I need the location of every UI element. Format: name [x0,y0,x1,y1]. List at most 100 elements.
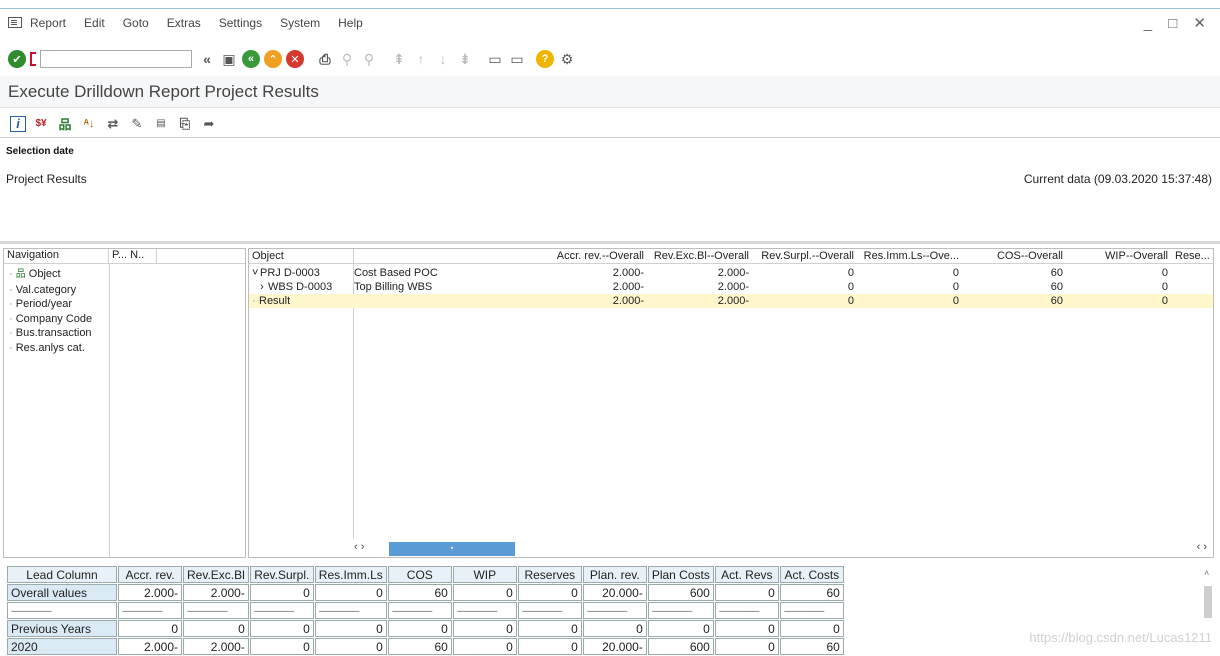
cell: 0 [249,584,314,601]
nav-item-bus-transaction[interactable]: Bus.transaction [9,326,92,341]
separator-cell: -------------------- [387,602,452,619]
header-rev-exc-bl[interactable]: Rev.Exc.Bl [183,566,249,583]
navigation-column-header[interactable]: Navigation [4,249,109,263]
column-rev-surpl[interactable]: Rev.Surpl.--Overall [754,250,854,262]
nav-item-period-year[interactable]: Period/year [9,297,92,312]
column-cos[interactable]: COS--Overall [961,250,1063,262]
column-object[interactable]: Object [252,250,284,262]
header-lead-column[interactable]: Lead Column [7,566,117,583]
report-header: Selection date Project Results Current d… [0,140,1220,244]
menu-report[interactable]: Report [30,16,66,30]
row-object: WBS D-0003 [268,281,333,293]
column-wip[interactable]: WIP--Overall [1066,250,1168,262]
table-row[interactable]: Previous Years 0 0 0 0 0 0 0 0 0 0 0 [7,620,844,637]
table-row[interactable]: › WBS D-0003 Top Billing WBS 2.000- 2.00… [249,280,1213,294]
nav-item-res-anlys-cat[interactable]: Res.anlys cat. [9,341,92,356]
back-double-icon[interactable]: « [198,50,216,68]
prev-page-icon[interactable]: ↑ [412,50,430,68]
table-row[interactable]: 2020 2.000- 2.000- 0 0 60 0 0 20.000- 60… [7,638,844,655]
help-icon[interactable]: ? [536,50,554,68]
last-page-icon[interactable]: ⇟ [456,50,474,68]
cell: 20.000- [582,584,647,601]
sort-icon[interactable]: ᴬ↓ [80,115,98,133]
nav-item-val-category[interactable]: Val.category [9,283,92,298]
header-wip[interactable]: WIP [452,566,517,583]
print-icon[interactable]: ⎙ [316,50,334,68]
header-plan-costs[interactable]: Plan Costs [647,566,714,583]
shortcut-icon[interactable]: ▭ [508,50,526,68]
cell: 0 [582,620,647,637]
edit-icon[interactable]: ✎ [128,115,146,133]
horizontal-scroll-thumb[interactable]: ▪ [389,542,515,556]
find-icon[interactable]: ⚲ [338,50,356,68]
navigation-list: 品 Object Val.category Period/year Compan… [9,267,92,355]
header-act-costs[interactable]: Act. Costs [779,566,844,583]
exit-icon[interactable]: ⌃ [264,50,282,68]
next-page-icon[interactable]: ↓ [434,50,452,68]
menu-system[interactable]: System [280,16,320,30]
column-accr-rev[interactable]: Accr. rev.--Overall [544,250,644,262]
column-res-imm-ls[interactable]: Res.Imm.Ls--Ove... [857,250,959,262]
new-session-icon[interactable]: ▭ [486,50,504,68]
menu-settings[interactable]: Settings [219,16,262,30]
back-icon[interactable]: « [242,50,260,68]
zoom-icon[interactable]: ▤ [152,115,170,133]
cell: 0 [314,620,387,637]
header-reserves[interactable]: Reserves [517,566,582,583]
row-bullet: · [252,295,256,307]
detail-table-header-row: Lead Column Accr. rev. Rev.Exc.Bl Rev.Su… [7,566,844,583]
selection-date-label: Selection date [6,146,74,157]
header-plan-rev[interactable]: Plan. rev. [582,566,647,583]
nav-item-company-code[interactable]: Company Code [9,312,92,327]
menu-edit[interactable]: Edit [84,16,105,30]
cell: 0 [714,584,779,601]
scroll-left-right-arrows-right[interactable]: ‹ › [1197,541,1207,553]
export-icon[interactable]: ⎘ [176,115,194,133]
header-rev-surpl[interactable]: Rev.Surpl. [249,566,314,583]
cell: 0 [452,620,517,637]
swap-icon[interactable]: ⇄ [104,115,122,133]
header-accr-rev[interactable]: Accr. rev. [118,566,182,583]
separator-cell: -------------------- [314,602,387,619]
menu-goto[interactable]: Goto [123,16,149,30]
save-icon[interactable]: ▣ [220,50,238,68]
separator-cell: -------------------- [183,602,249,619]
first-page-icon[interactable]: ⇞ [390,50,408,68]
cell-wip: 0 [1161,295,1168,307]
expand-icon[interactable]: › [260,281,264,293]
vertical-scroll-thumb[interactable] [1204,586,1212,618]
menu-help[interactable]: Help [338,16,363,30]
nav-item-object[interactable]: 品 Object [9,267,92,283]
scroll-left-right-arrows[interactable]: ‹ › [354,541,364,553]
scroll-up-icon[interactable]: ˄ [1204,568,1214,578]
check-icon[interactable]: ✔ [8,50,26,68]
find-next-icon[interactable]: ⚲ [360,50,378,68]
send-icon[interactable]: ➦ [200,115,218,133]
command-field[interactable] [40,50,192,68]
cell: 0 [517,638,582,655]
hierarchy-icon[interactable]: 品 [56,115,74,133]
row-object: PRJ D-0003 [260,267,320,279]
header-act-revs[interactable]: Act. Revs [714,566,779,583]
table-row[interactable]: Overall values 2.000- 2.000- 0 0 60 0 0 … [7,584,844,601]
header-res-imm-ls[interactable]: Res.Imm.Ls [314,566,387,583]
navigation-header: Navigation P... N.. [4,249,245,264]
settings-icon[interactable]: ⚙ [558,50,576,68]
currency-icon[interactable]: $¥ [32,115,50,133]
menu-extras[interactable]: Extras [167,16,201,30]
cell-rev-exc-bl: 2.000- [717,267,749,279]
cancel-icon[interactable]: ✕ [286,50,304,68]
app-menu-icon[interactable] [8,17,22,28]
column-rev-exc-bl[interactable]: Rev.Exc.Bl--Overall [647,250,749,262]
cell-rev-exc-bl: 2.000- [717,281,749,293]
cell-cos: 60 [1050,267,1063,279]
table-row[interactable]: ˅ PRJ D-0003 Cost Based POC 2.000- 2.000… [249,266,1213,280]
cell: 600 [647,638,714,655]
result-row[interactable]: · Result 2.000- 2.000- 0 0 60 0 [249,294,1213,308]
column-reserves[interactable]: Rese... [1175,250,1210,262]
header-cos[interactable]: COS [387,566,452,583]
expand-icon[interactable]: ˅ [252,267,258,279]
navigation-pn-column-header[interactable]: P... N.. [109,249,157,263]
info-icon[interactable]: i [10,115,26,132]
window-controls[interactable]: _ □ ✕ [1144,14,1212,32]
